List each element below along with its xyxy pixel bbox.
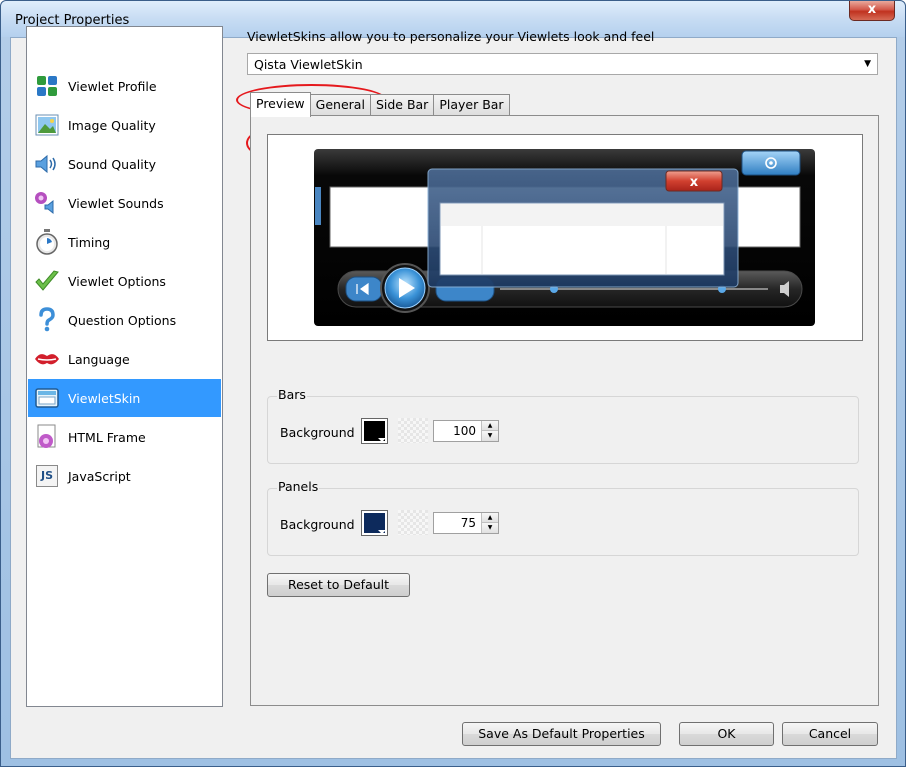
panels-background-label: Background	[280, 517, 355, 532]
save-as-default-button[interactable]: Save As Default Properties	[462, 722, 661, 746]
nav-item-html-frame[interactable]: HTML Frame	[28, 418, 221, 456]
tab-preview[interactable]: Preview	[250, 92, 311, 117]
panels-opacity-checker	[398, 510, 428, 535]
decrement-icon[interactable]: ▼	[482, 523, 498, 533]
panels-group: Panels Background 75 ▲ ▼	[267, 479, 859, 556]
nav-item-viewlet-options[interactable]: Viewlet Options	[28, 262, 221, 300]
javascript-glyph: JS	[36, 465, 58, 487]
swatch-dropdown-arrow-icon	[378, 530, 386, 534]
nav-item-sound-quality[interactable]: Sound Quality	[28, 145, 221, 183]
sound-quality-icon	[34, 151, 60, 177]
bars-background-color-swatch[interactable]	[361, 418, 388, 444]
panels-group-title: Panels	[277, 479, 320, 494]
viewletskin-dropdown[interactable]: Qista ViewletSkin ▼	[247, 53, 878, 75]
nav-item-image-quality[interactable]: Image Quality	[28, 106, 221, 144]
bars-opacity-value: 100	[453, 424, 476, 438]
nav-item-label: Viewlet Sounds	[68, 195, 164, 211]
timing-icon	[34, 229, 60, 255]
decrement-icon[interactable]: ▼	[482, 431, 498, 441]
bars-opacity-checker	[398, 418, 428, 443]
nav-item-language[interactable]: Language	[28, 340, 221, 378]
nav-item-viewlet-sounds[interactable]: Viewlet Sounds	[28, 184, 221, 222]
ok-button[interactable]: OK	[679, 722, 774, 746]
tab-side-bar[interactable]: Side Bar	[369, 94, 435, 116]
nav-item-label: ViewletSkin	[68, 390, 141, 406]
tab-player-bar[interactable]: Player Bar	[433, 94, 510, 116]
increment-icon[interactable]: ▲	[482, 513, 498, 523]
category-list: Viewlet Profile Image Quality Sound Qual…	[26, 26, 223, 707]
nav-item-label: Sound Quality	[68, 156, 157, 172]
nav-item-label: Timing	[68, 234, 111, 250]
viewletskin-selected-value: Qista ViewletSkin	[254, 57, 363, 72]
nav-item-label: JavaScript	[68, 468, 131, 484]
skin-hint-text: ViewletSkins allow you to personalize yo…	[247, 29, 655, 44]
nav-item-viewletskin[interactable]: ViewletSkin	[28, 379, 221, 417]
spinner-buttons: ▲ ▼	[481, 421, 498, 441]
bars-group: Bars Background 100 ▲ ▼	[267, 387, 859, 464]
swatch-dropdown-arrow-icon	[378, 438, 386, 442]
nav-item-label: Question Options	[68, 312, 177, 328]
javascript-icon: JS	[34, 463, 60, 489]
viewletskin-icon	[34, 385, 60, 411]
spinner-buttons: ▲ ▼	[481, 513, 498, 533]
reset-to-default-button[interactable]: Reset to Default	[267, 573, 410, 597]
nav-item-javascript[interactable]: JS JavaScript	[28, 457, 221, 495]
nav-item-timing[interactable]: Timing	[28, 223, 221, 261]
nav-item-label: Viewlet Options	[68, 273, 166, 289]
panels-opacity-value: 75	[460, 516, 476, 530]
bars-group-title: Bars	[277, 387, 307, 402]
html-frame-icon	[34, 424, 60, 450]
panels-background-color-swatch[interactable]	[361, 510, 388, 536]
skin-preview-area: x	[267, 134, 863, 341]
viewlet-profile-icon	[34, 73, 60, 99]
nav-item-viewlet-profile[interactable]: Viewlet Profile	[28, 67, 221, 105]
panels-opacity-stepper[interactable]: 75 ▲ ▼	[433, 512, 499, 534]
skin-preview-image: x	[314, 149, 815, 326]
chevron-down-icon: ▼	[864, 59, 871, 69]
nav-item-question-options[interactable]: Question Options	[28, 301, 221, 339]
increment-icon[interactable]: ▲	[482, 421, 498, 431]
viewlet-options-icon	[34, 268, 60, 294]
nav-item-label: Viewlet Profile	[68, 78, 157, 94]
tab-general[interactable]: General	[309, 94, 371, 116]
bars-background-label: Background	[280, 425, 355, 440]
preview-close-glyph: x	[690, 175, 699, 190]
cancel-button[interactable]: Cancel	[782, 722, 878, 746]
nav-item-label: Image Quality	[68, 117, 156, 133]
nav-item-label: Language	[68, 351, 130, 367]
viewlet-sounds-icon	[34, 190, 60, 216]
bars-opacity-stepper[interactable]: 100 ▲ ▼	[433, 420, 499, 442]
language-icon	[34, 346, 60, 372]
question-options-icon	[34, 307, 60, 333]
image-quality-icon	[34, 112, 60, 138]
tab-strip: Preview General Side Bar Player Bar	[250, 92, 510, 117]
nav-item-label: HTML Frame	[68, 429, 146, 445]
preview-tab-panel: x Bars Background 100 ▲ ▼ Panels Backgro…	[250, 115, 879, 706]
close-button[interactable]: x	[849, 1, 895, 21]
